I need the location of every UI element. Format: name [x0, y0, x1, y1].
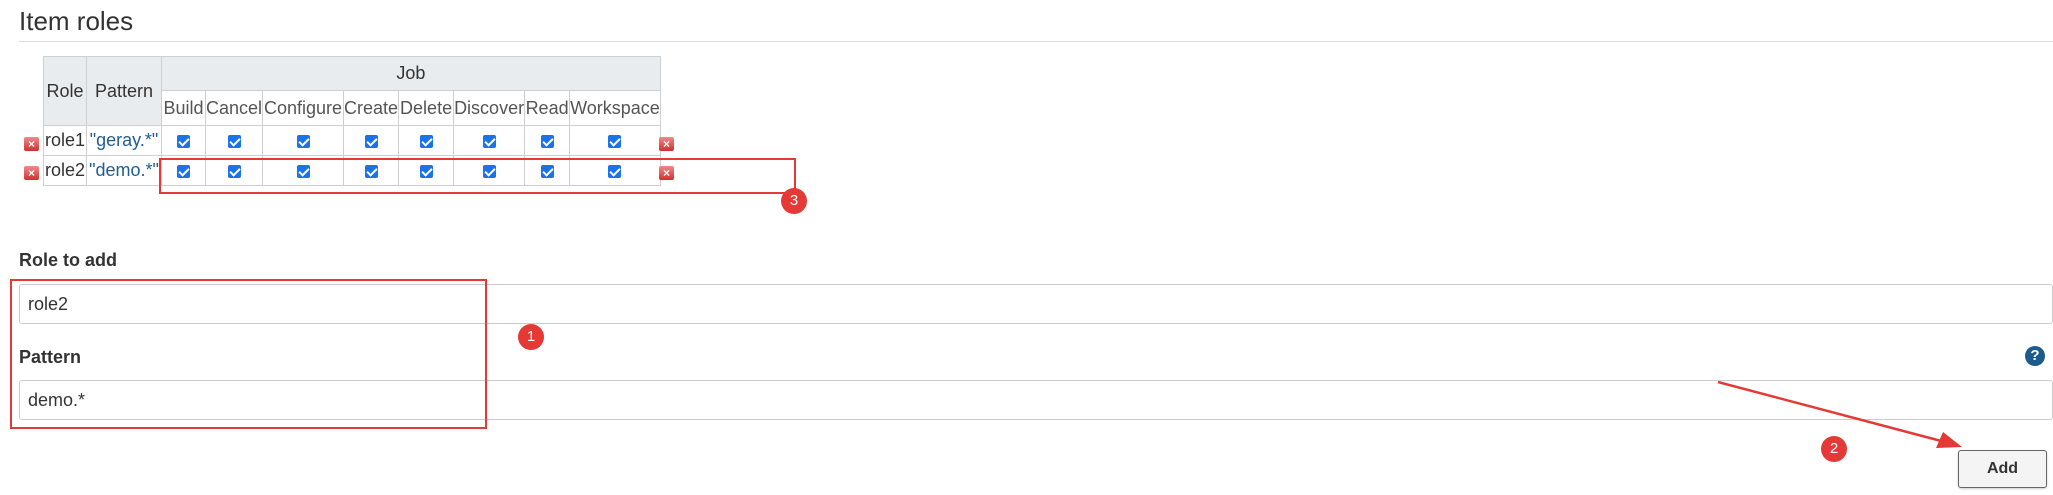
annotation-arrow [1717, 380, 1962, 448]
add-button[interactable]: Add [1958, 450, 2047, 488]
